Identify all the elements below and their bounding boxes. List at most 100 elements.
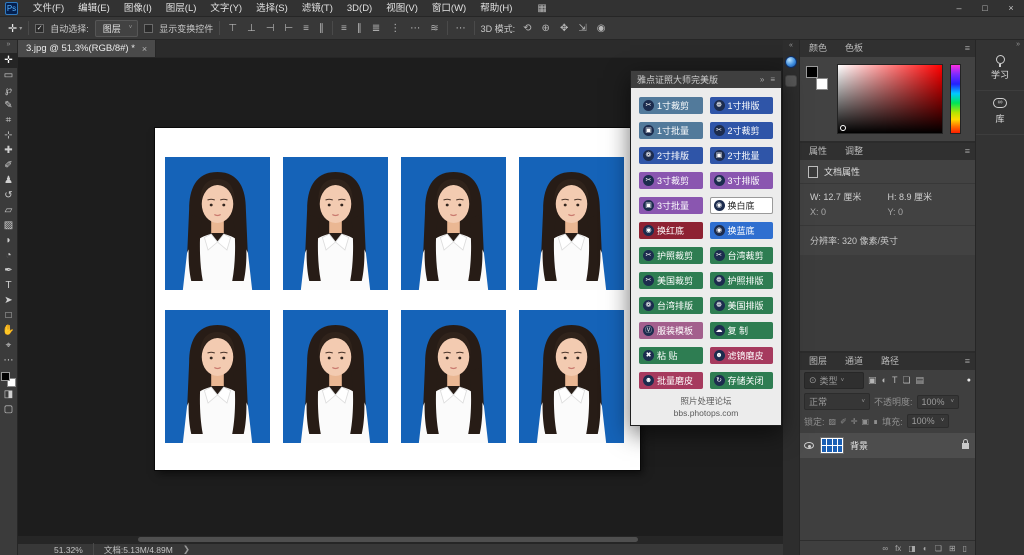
distribute-icon[interactable]: ⋯ — [408, 23, 422, 34]
quick-mask-button[interactable]: ◨ — [0, 387, 18, 402]
distribute-icon[interactable]: ≣ — [370, 23, 382, 34]
window-control-button[interactable]: □ — [972, 0, 998, 17]
tool-button[interactable]: ℘ — [0, 83, 18, 98]
blend-mode-dropdown[interactable]: 正常˅ — [804, 393, 870, 410]
tool-button[interactable]: ✚ — [0, 143, 18, 158]
panel-menu-icon[interactable]: ≡ — [965, 40, 975, 57]
layer-thumbnail[interactable] — [820, 437, 844, 454]
menu-item[interactable]: 选择(S) — [249, 0, 295, 17]
menu-item[interactable]: 3D(D) — [340, 0, 379, 17]
plugin-action-button[interactable]: ◉ 换红底 — [639, 222, 703, 239]
distribute-icon[interactable]: ≋ — [428, 23, 440, 34]
plugin-action-button[interactable]: ☻ 滤镜磨皮 — [710, 347, 774, 364]
layer-filter-dropdown[interactable]: ⊙ 类型 ˅ — [804, 372, 864, 389]
layer-filter-icon[interactable]: ❏ — [902, 375, 910, 386]
plugin-action-button[interactable]: ✖ 粘 贴 — [639, 347, 703, 364]
layers-footer-icon[interactable]: ▯ — [963, 544, 967, 553]
menu-item[interactable]: 图层(L) — [159, 0, 204, 17]
panel-menu-icon[interactable]: ≡ — [965, 143, 975, 160]
document-tab[interactable]: 3.jpg @ 51.3%(RGB/8#) * × — [18, 40, 156, 57]
menu-item[interactable]: 文件(F) — [26, 0, 71, 17]
photoshop-logo-icon[interactable]: Ps — [5, 2, 18, 15]
distribute-icon[interactable]: ≡ — [339, 23, 349, 34]
plugin-action-button[interactable]: ✂ 美国裁剪 — [639, 272, 703, 289]
3d-mode-icon[interactable]: ⊕ — [540, 23, 552, 34]
menu-item[interactable]: 文字(Y) — [203, 0, 249, 17]
3d-mode-icon[interactable]: ◉ — [595, 23, 608, 34]
window-control-button[interactable]: × — [998, 0, 1024, 17]
panel-menu-icon[interactable]: ≡ — [965, 353, 975, 370]
menu-item[interactable]: 窗口(W) — [425, 0, 473, 17]
3d-mode-icon[interactable]: ⇲ — [576, 23, 588, 34]
tool-button[interactable]: ▭ — [0, 68, 18, 83]
menu-item[interactable]: 帮助(H) — [473, 0, 519, 17]
layers-footer-icon[interactable]: fx — [895, 544, 901, 553]
align-icon[interactable]: ∥ — [317, 23, 326, 34]
background-color-chip[interactable] — [816, 78, 828, 90]
3d-mode-icon[interactable]: ⟲ — [521, 23, 533, 34]
align-icon[interactable]: ⊤ — [226, 23, 239, 34]
align-icon[interactable]: ⊣ — [264, 23, 277, 34]
plugin-action-button[interactable]: ◉ 换白底 — [710, 197, 774, 214]
rail-collapse-icon[interactable]: » — [1016, 41, 1024, 48]
filter-toggle-icon[interactable]: ● — [967, 377, 971, 384]
panel-tab[interactable]: 色板 — [836, 40, 872, 57]
plugin-action-button[interactable]: ✂ 3寸裁剪 — [639, 172, 703, 189]
panel-tab[interactable]: 调整 — [836, 143, 872, 160]
color-swatches-widget[interactable] — [806, 64, 830, 90]
layer-lock-icon[interactable] — [962, 443, 969, 449]
plugin-menu-icon[interactable]: ≡ — [770, 75, 775, 84]
menu-item[interactable]: 编辑(E) — [71, 0, 117, 17]
tool-button[interactable]: ✋ — [0, 323, 18, 338]
align-icon[interactable]: ⊢ — [282, 23, 295, 34]
layer-visibility-eye-icon[interactable] — [804, 442, 814, 449]
plugin-action-button[interactable]: ☁ 复 制 — [710, 322, 774, 339]
tool-button[interactable]: ◔ — [0, 248, 18, 263]
panel-tab[interactable]: 颜色 — [800, 40, 836, 57]
show-transform-checkbox[interactable] — [144, 24, 153, 33]
panel-tab[interactable]: 图层 — [800, 353, 836, 370]
plugin-action-button[interactable]: ▣ 1寸批量 — [639, 122, 703, 139]
hue-slider[interactable] — [950, 64, 961, 134]
distribute-spacing-icon[interactable]: ⋯ — [454, 23, 468, 34]
plugin-action-button[interactable]: ❁ 3寸排版 — [710, 172, 774, 189]
panel-tab[interactable]: 属性 — [800, 143, 836, 160]
layer-filter-icon[interactable]: ▤ — [916, 375, 925, 386]
foreground-color-swatch[interactable] — [1, 372, 10, 381]
foreground-color-chip[interactable] — [806, 66, 818, 78]
auto-select-dropdown[interactable]: 图层˅ — [95, 20, 139, 37]
tool-button[interactable]: ⌗ — [0, 113, 18, 128]
scrollbar-thumb[interactable] — [138, 537, 638, 542]
plugin-panel-titlebar[interactable]: 雅点证照大师完美版 » ≡ — [631, 71, 781, 88]
collapsed-panel-icon[interactable] — [785, 75, 797, 87]
plugin-action-button[interactable]: ↻ 存储关闭 — [710, 372, 774, 389]
plugin-footer-url[interactable]: bbs.photops.com — [631, 407, 781, 420]
workspace-grid-icon[interactable]: ▦ — [537, 3, 546, 14]
tool-button[interactable]: ↺ — [0, 188, 18, 203]
plugin-action-button[interactable]: ☻ 批量磨皮 — [639, 372, 703, 389]
tool-button[interactable]: ✛ — [0, 53, 18, 68]
tool-button[interactable]: ✐ — [0, 158, 18, 173]
tool-button[interactable]: ♟ — [0, 173, 18, 188]
tool-button[interactable]: ⊹ — [0, 128, 18, 143]
tool-button[interactable]: T — [0, 278, 18, 293]
layer-filter-icon[interactable]: T — [892, 375, 898, 386]
align-icon[interactable]: ≡ — [301, 23, 311, 34]
dock-collapse-icon[interactable]: « — [789, 42, 793, 49]
plugin-collapse-icon[interactable]: » — [760, 75, 764, 84]
status-options-chevron[interactable]: ❯ — [183, 544, 190, 555]
lock-option-icon[interactable]: ▨ — [829, 417, 837, 426]
learn-panel-button[interactable]: 学习 — [976, 48, 1024, 91]
plugin-action-button[interactable]: ▣ 2寸批量 — [710, 147, 774, 164]
opacity-field[interactable]: 100%˅ — [917, 395, 960, 409]
libraries-panel-button[interactable]: ∞ 库 — [976, 91, 1024, 135]
canvas[interactable] — [155, 128, 640, 470]
plugin-action-button[interactable]: ✂ 2寸裁剪 — [710, 122, 774, 139]
distribute-icon[interactable]: ∥ — [355, 23, 364, 34]
window-control-button[interactable]: – — [946, 0, 972, 17]
lock-option-icon[interactable]: ▣ — [861, 417, 869, 426]
saturation-brightness-field[interactable] — [837, 64, 943, 134]
align-icon[interactable]: ⊥ — [245, 23, 258, 34]
fill-field[interactable]: 100%˅ — [907, 414, 950, 428]
3d-mode-icon[interactable]: ✥ — [558, 23, 570, 34]
